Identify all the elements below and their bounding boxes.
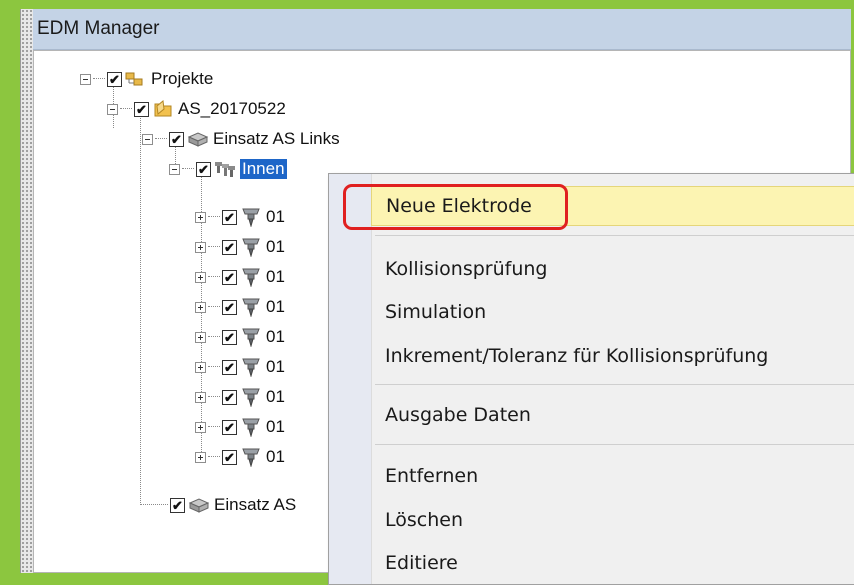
node-checkbox[interactable]: ✔ [222, 299, 237, 315]
tree-node-electrode[interactable]: ✔ 01 [195, 445, 285, 469]
menu-item-delete[interactable]: Löschen [371, 501, 854, 539]
electrode-icon [240, 387, 262, 407]
tree-node-project[interactable]: ✔ AS_20170522 [107, 97, 286, 121]
node-checkbox[interactable]: ✔ [170, 497, 185, 513]
insert-block-icon [188, 495, 210, 515]
menu-item-output-data[interactable]: Ausgabe Daten [371, 396, 854, 434]
project-folders-icon [125, 69, 147, 89]
tree-node-label: 01 [266, 357, 285, 376]
node-checkbox[interactable]: ✔ [169, 131, 184, 147]
collapse-toggle[interactable] [169, 163, 180, 175]
node-checkbox[interactable]: ✔ [107, 71, 122, 87]
insert-block-icon [187, 129, 209, 149]
tree-node-electrode[interactable]: ✔ 01 [195, 235, 285, 259]
tree-node-electrode[interactable]: ✔ 01 [195, 295, 285, 319]
electrode-group-icon [214, 159, 236, 179]
tree-node-label: 01 [266, 447, 285, 466]
menu-item-remove[interactable]: Entfernen [371, 457, 854, 495]
tree-connector [182, 168, 194, 170]
tree-node-label: Einsatz AS Links [213, 129, 340, 148]
tree-node-electrode[interactable]: ✔ 01 [195, 265, 285, 289]
expand-toggle[interactable] [195, 391, 206, 403]
dock-grip[interactable] [21, 9, 33, 573]
menu-separator [375, 235, 854, 236]
tree-connector [208, 216, 220, 218]
menu-item-simulation[interactable]: Simulation [371, 293, 854, 331]
tree-connector [120, 108, 132, 110]
electrode-icon [240, 357, 262, 377]
tree-node-electrode[interactable]: ✔ 01 [195, 415, 285, 439]
context-menu: Neue Elektrode Kollisionsprüfung Simulat… [328, 173, 854, 585]
node-checkbox[interactable]: ✔ [222, 269, 237, 285]
electrode-icon [240, 327, 262, 347]
collapse-toggle[interactable] [80, 73, 91, 85]
menu-item-increment-tolerance[interactable]: Inkrement/Toleranz für Kollisionsprüfung [371, 337, 854, 375]
tree-connector [208, 426, 220, 428]
expand-toggle[interactable] [195, 451, 206, 463]
tree-node-label: 01 [266, 327, 285, 346]
tree-node-insert-right[interactable]: ✔ Einsatz AS [140, 493, 296, 517]
highlight-callout [343, 184, 568, 230]
tree-connector [140, 504, 168, 506]
expand-toggle[interactable] [195, 331, 206, 343]
electrode-icon [240, 297, 262, 317]
node-checkbox[interactable]: ✔ [196, 161, 211, 177]
folder-icon [152, 99, 174, 119]
window-title: EDM Manager [33, 9, 851, 50]
expand-toggle[interactable] [195, 301, 206, 313]
expand-toggle[interactable] [195, 361, 206, 373]
tree-connector [208, 276, 220, 278]
tree-node-electrode[interactable]: ✔ 01 [195, 355, 285, 379]
menu-item-collision-check[interactable]: Kollisionsprüfung [371, 250, 854, 288]
electrode-icon [240, 237, 262, 257]
electrode-icon [240, 447, 262, 467]
electrode-icon [240, 417, 262, 437]
tree-connector [140, 108, 141, 503]
node-checkbox[interactable]: ✔ [222, 239, 237, 255]
expand-toggle[interactable] [195, 241, 206, 253]
expand-toggle[interactable] [195, 421, 206, 433]
node-checkbox[interactable]: ✔ [222, 449, 237, 465]
tree-connector [208, 366, 220, 368]
tree-node-innen[interactable]: ✔ Innen [169, 157, 287, 181]
menu-separator [375, 384, 854, 385]
tree-node-label: 01 [266, 297, 285, 316]
electrode-icon [240, 267, 262, 287]
expand-toggle[interactable] [195, 211, 206, 223]
tree-node-insert-left[interactable]: ✔ Einsatz AS Links [142, 127, 340, 151]
tree-connector [93, 78, 105, 80]
tree-node-label: 01 [266, 207, 285, 226]
tree-node-label: Innen [240, 159, 287, 179]
tree-node-electrode[interactable]: ✔ 01 [195, 325, 285, 349]
tree-node-label: 01 [266, 387, 285, 406]
tree-node-label: 01 [266, 237, 285, 256]
node-checkbox[interactable]: ✔ [134, 101, 149, 117]
menu-item-edit[interactable]: Editiere [371, 544, 854, 582]
tree-node-projekte[interactable]: ✔ Projekte [80, 67, 213, 91]
expand-toggle[interactable] [195, 271, 206, 283]
tree-node-label: 01 [266, 267, 285, 286]
tree-connector [208, 246, 220, 248]
electrode-icon [240, 207, 262, 227]
collapse-toggle[interactable] [142, 133, 153, 145]
node-checkbox[interactable]: ✔ [222, 389, 237, 405]
tree-node-electrode[interactable]: ✔ 01 [195, 205, 285, 229]
node-checkbox[interactable]: ✔ [222, 419, 237, 435]
collapse-toggle[interactable] [107, 103, 118, 115]
menu-separator [375, 444, 854, 445]
node-checkbox[interactable]: ✔ [222, 329, 237, 345]
tree-node-label: 01 [266, 417, 285, 436]
tree-connector [208, 456, 220, 458]
node-checkbox[interactable]: ✔ [222, 209, 237, 225]
tree-connector [155, 138, 167, 140]
tree-node-label: Projekte [151, 69, 214, 88]
tree-connector [208, 336, 220, 338]
tree-node-label: Einsatz AS [214, 495, 297, 514]
menu-icon-gutter [329, 174, 372, 584]
node-checkbox[interactable]: ✔ [222, 359, 237, 375]
tree-connector [208, 396, 220, 398]
tree-node-label: AS_20170522 [178, 99, 286, 118]
tree-node-electrode[interactable]: ✔ 01 [195, 385, 285, 409]
tree-connector [208, 306, 220, 308]
